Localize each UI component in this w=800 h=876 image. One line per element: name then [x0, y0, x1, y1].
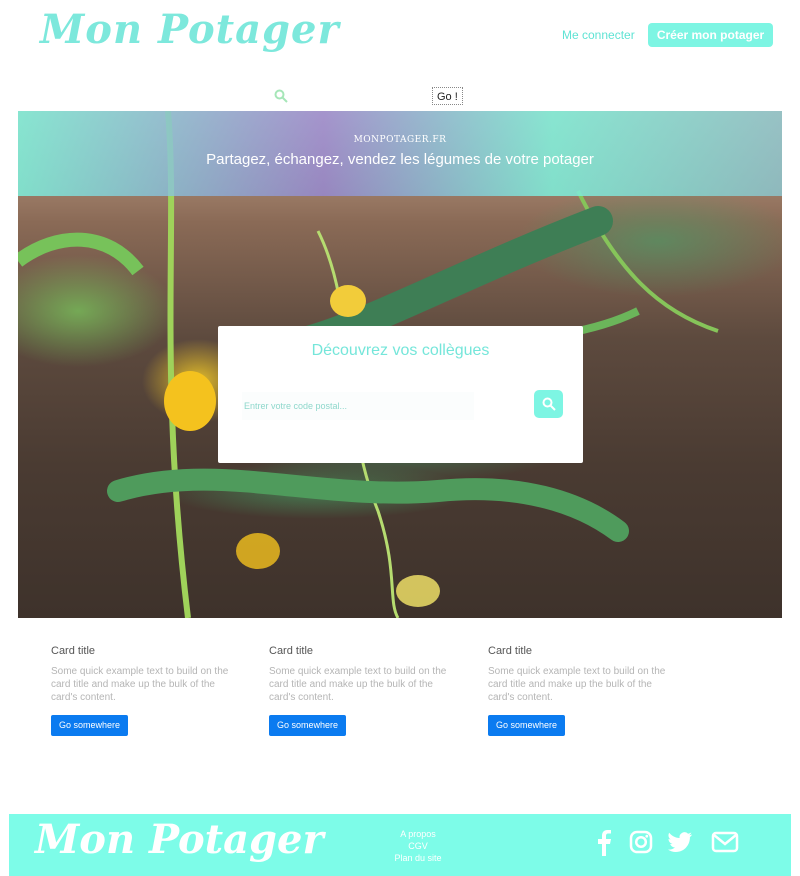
- card: Card title Some quick example text to bu…: [488, 645, 668, 736]
- card: Card title Some quick example text to bu…: [51, 645, 231, 736]
- create-garden-button[interactable]: Créer mon potager: [648, 23, 773, 47]
- postal-code-input[interactable]: [242, 392, 474, 420]
- footer-link-cgv[interactable]: CGV: [389, 840, 447, 852]
- hero-site-name: MONPOTAGER.FR: [353, 135, 447, 145]
- card-title: Card title: [488, 645, 533, 657]
- twitter-icon[interactable]: [667, 830, 693, 854]
- hero-tagline: Partagez, échangez, vendez les légumes d…: [206, 151, 594, 168]
- footer-links: A propos CGV Plan du site: [389, 828, 447, 864]
- facebook-icon[interactable]: [597, 830, 611, 856]
- card-title: Card title: [51, 645, 96, 657]
- card-button[interactable]: Go somewhere: [51, 715, 129, 736]
- search-input[interactable]: [292, 86, 432, 108]
- postal-search-button[interactable]: [534, 390, 563, 418]
- search-icon: [274, 89, 288, 103]
- magnifier-icon: [542, 397, 556, 411]
- card: Card title Some quick example text to bu…: [269, 645, 449, 736]
- instagram-icon[interactable]: [629, 830, 653, 854]
- footer-link-sitemap[interactable]: Plan du site: [389, 852, 447, 864]
- mail-icon[interactable]: [711, 830, 739, 854]
- site-logo[interactable]: Mon Potager: [40, 6, 340, 53]
- card-text: Some quick example text to build on the …: [269, 666, 447, 703]
- card-button[interactable]: Go somewhere: [488, 715, 566, 736]
- footer-link-about[interactable]: A propos: [389, 828, 447, 840]
- discover-colleagues-panel: Découvrez vos collègues: [218, 326, 583, 463]
- card-title: Card title: [269, 645, 314, 657]
- discover-title: Découvrez vos collègues: [311, 342, 490, 359]
- card-text: Some quick example text to build on the …: [488, 666, 666, 703]
- search-go-button[interactable]: Go !: [432, 87, 463, 105]
- login-link[interactable]: Me connecter: [562, 28, 635, 42]
- card-text: Some quick example text to build on the …: [51, 666, 229, 703]
- card-button[interactable]: Go somewhere: [269, 715, 347, 736]
- footer: Mon Potager A propos CGV Plan du site: [9, 814, 791, 876]
- footer-logo[interactable]: Mon Potager: [35, 816, 324, 863]
